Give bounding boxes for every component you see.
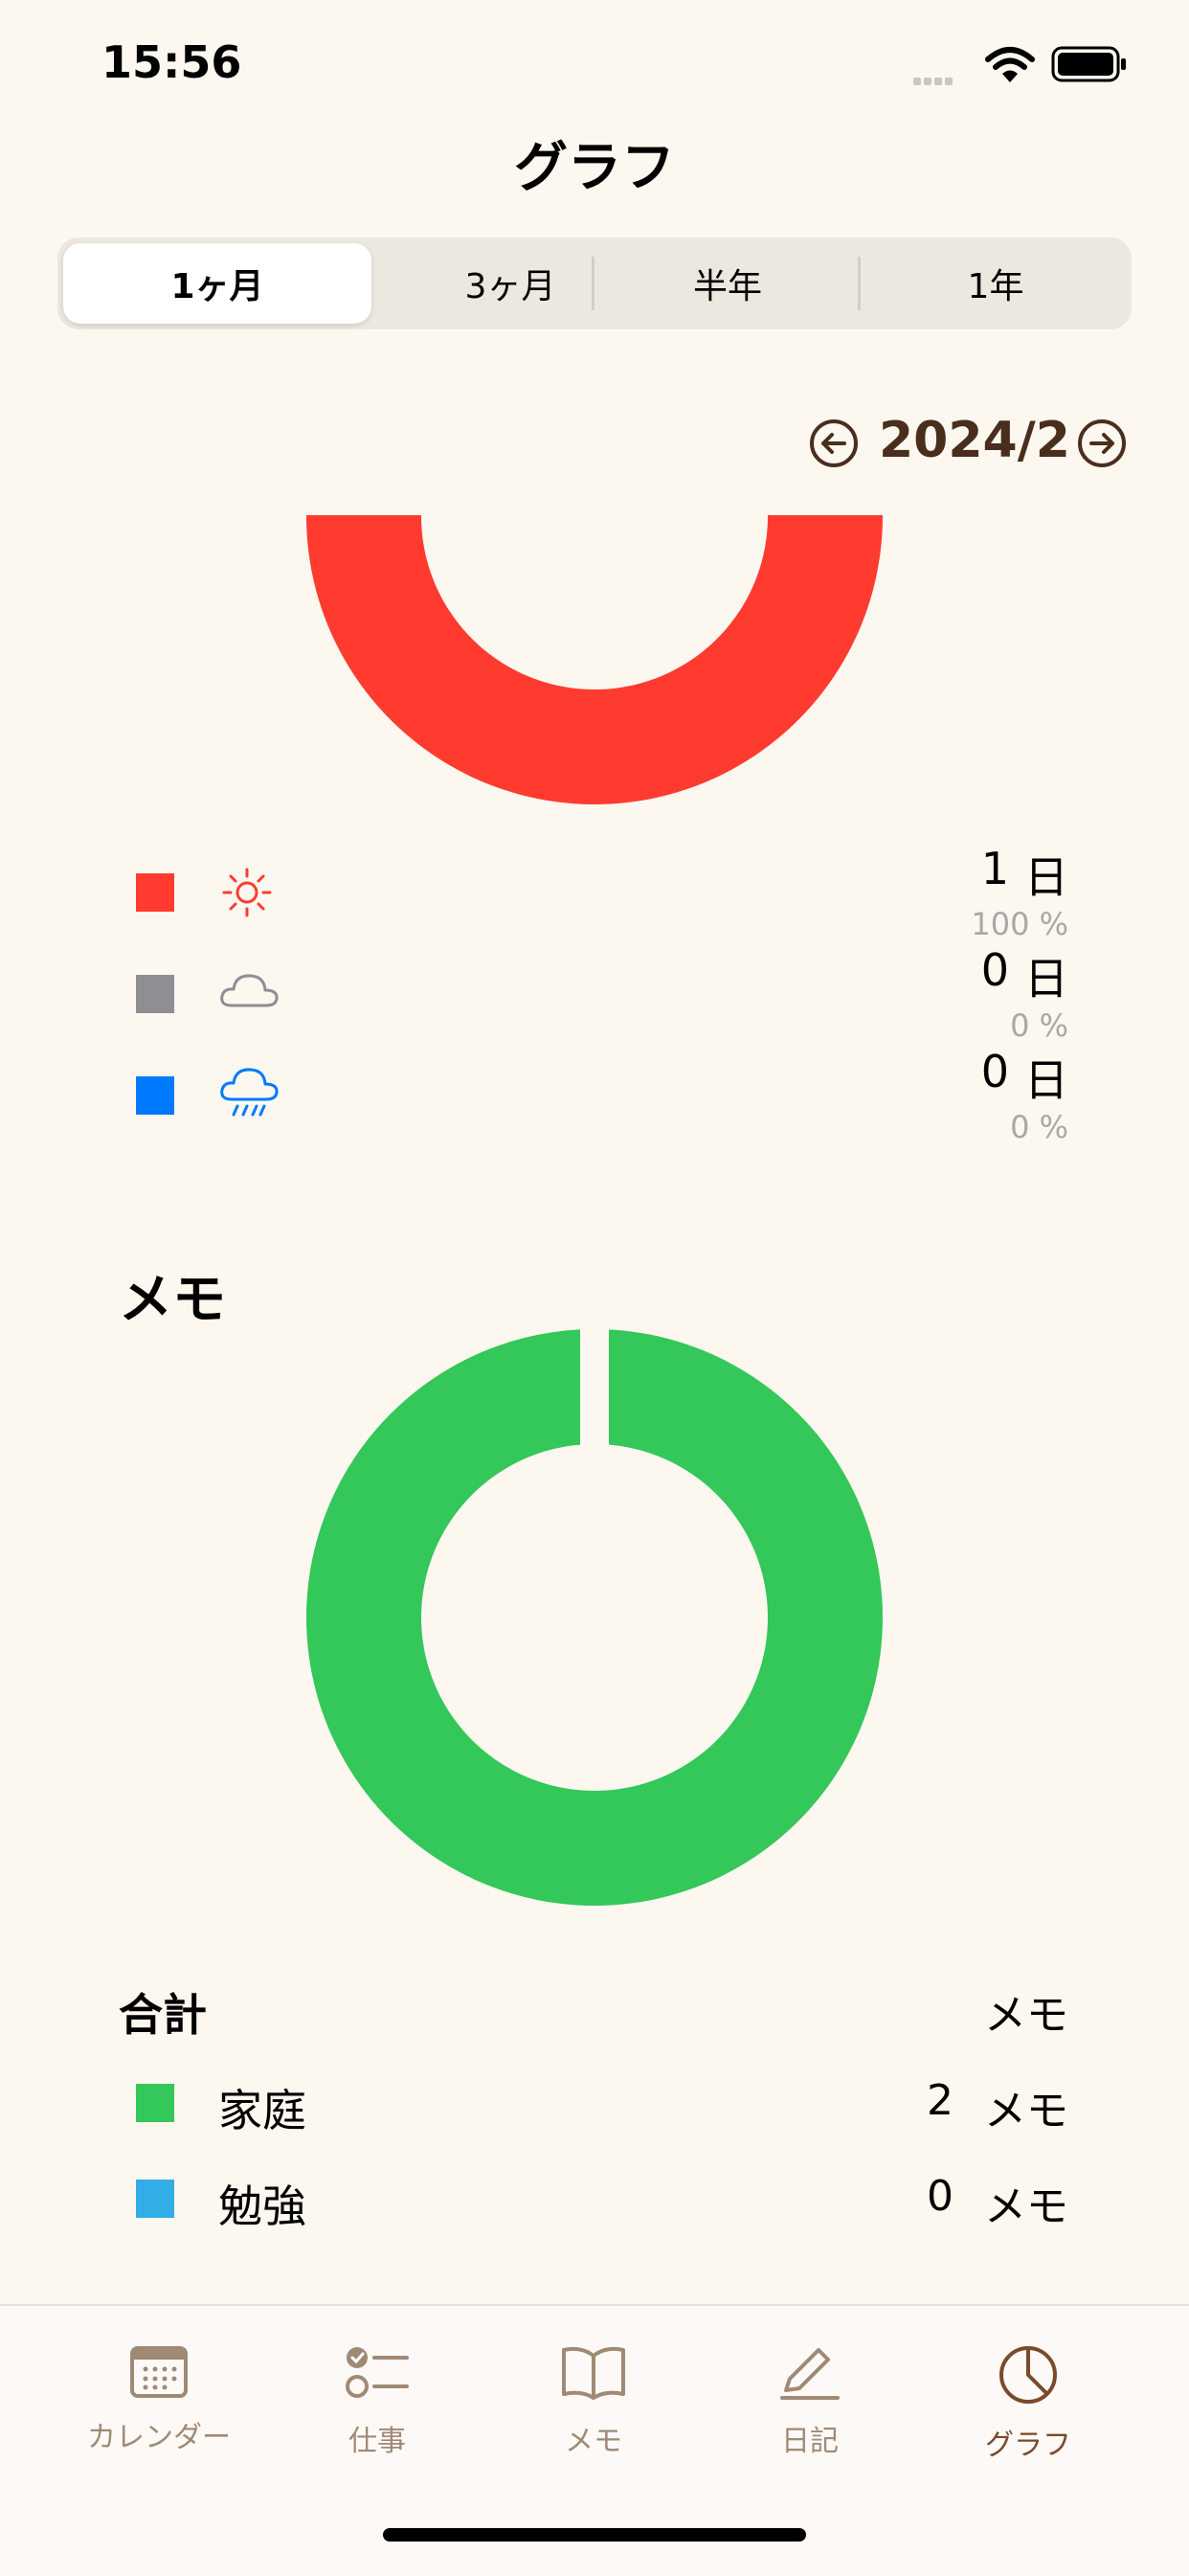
rain-percent: 0 % bbox=[1010, 1109, 1068, 1145]
cloud-percent: 0 % bbox=[1010, 1007, 1068, 1044]
rain-icon bbox=[220, 1068, 279, 1117]
status-time: 15:56 bbox=[101, 36, 242, 88]
memo-slice-gap bbox=[580, 1329, 609, 1449]
legend-swatch-sun bbox=[136, 873, 174, 912]
sun-count: 1 bbox=[980, 843, 1009, 894]
checklist-icon bbox=[346, 2347, 409, 2398]
page-title: グラフ bbox=[514, 137, 675, 199]
category-swatch-study bbox=[136, 2180, 174, 2218]
period-segmented-control: 1ヶ月 3ヶ月 半年 1年 bbox=[57, 237, 1132, 329]
prev-month-button[interactable] bbox=[808, 418, 860, 469]
cloud-count: 0 bbox=[980, 944, 1009, 996]
weather-donut-chart bbox=[306, 515, 883, 804]
weather-slice-sun bbox=[306, 515, 883, 804]
memo-donut-chart bbox=[306, 1329, 883, 1906]
battery-icon bbox=[1051, 46, 1126, 82]
legend-swatch-rain bbox=[136, 1076, 174, 1115]
cloud-icon bbox=[220, 974, 279, 1007]
legend-swatch-cloud bbox=[136, 975, 174, 1013]
calendar-icon bbox=[130, 2346, 188, 2398]
tab-graph[interactable]: グラフ bbox=[932, 2344, 1124, 2463]
category-count-family: 2 bbox=[927, 2076, 953, 2125]
rain-count: 0 bbox=[980, 1046, 1009, 1097]
pencil-icon bbox=[780, 2348, 840, 2400]
segment-divider bbox=[858, 257, 861, 310]
category-label-study: 勉強 bbox=[218, 2181, 306, 2232]
memo-heading: メモ bbox=[119, 1269, 226, 1331]
tab-diary[interactable]: 日記 bbox=[714, 2344, 906, 2459]
tab-memo[interactable]: メモ bbox=[498, 2344, 689, 2459]
signal-icon bbox=[913, 71, 955, 89]
tab-calendar[interactable]: カレンダー bbox=[63, 2344, 255, 2455]
sun-icon bbox=[222, 868, 272, 917]
category-unit-study: メモ bbox=[984, 2182, 1068, 2231]
total-unit: メモ bbox=[984, 1991, 1068, 2040]
tab-label-memo: メモ bbox=[565, 2425, 622, 2458]
tab-label-diary: 日記 bbox=[781, 2425, 839, 2458]
total-label: 合計 bbox=[119, 1989, 207, 2041]
category-label-family: 家庭 bbox=[218, 2085, 306, 2136]
cloud-unit: 日 bbox=[1024, 953, 1068, 1005]
month-label: 2024/2 bbox=[879, 412, 1070, 469]
sun-percent: 100 % bbox=[971, 906, 1068, 942]
category-count-study: 0 bbox=[927, 2172, 953, 2221]
rain-unit: 日 bbox=[1024, 1054, 1068, 1106]
home-indicator bbox=[383, 2528, 806, 2542]
category-swatch-family bbox=[136, 2084, 174, 2122]
segment-1-month[interactable]: 1ヶ月 bbox=[63, 243, 371, 324]
segment-half-year[interactable]: 半年 bbox=[594, 243, 862, 324]
tab-label-work: 仕事 bbox=[348, 2425, 406, 2458]
wifi-icon bbox=[985, 47, 1035, 82]
tab-work[interactable]: 仕事 bbox=[281, 2344, 473, 2459]
category-unit-family: メモ bbox=[984, 2087, 1068, 2135]
book-icon bbox=[562, 2346, 625, 2400]
next-month-button[interactable] bbox=[1076, 418, 1128, 469]
segment-1-year[interactable]: 1年 bbox=[862, 243, 1130, 324]
weather-chart-viewport bbox=[0, 515, 1189, 822]
sun-unit: 日 bbox=[1024, 851, 1068, 903]
tab-label-calendar: カレンダー bbox=[87, 2421, 231, 2454]
tab-label-graph: グラフ bbox=[985, 2429, 1071, 2462]
pie-chart-icon bbox=[999, 2346, 1057, 2404]
